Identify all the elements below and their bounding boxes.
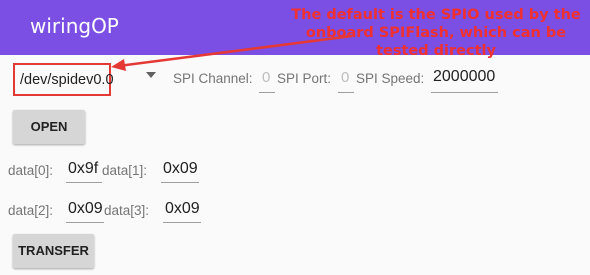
data3-underline xyxy=(163,222,201,223)
data3-input[interactable]: 0x09 xyxy=(165,200,200,218)
open-button[interactable]: OPEN xyxy=(13,110,85,144)
data0-label: data[0]: xyxy=(8,163,54,178)
device-select[interactable]: /dev/spidev0.0 xyxy=(13,63,114,96)
data2-underline xyxy=(66,222,104,223)
data1-label: data[1]: xyxy=(102,163,148,178)
spi-speed-underline xyxy=(431,92,498,93)
transfer-button[interactable]: TRANSFER xyxy=(13,234,94,268)
spi-port-underline xyxy=(338,92,354,93)
data2-label: data[2]: xyxy=(8,203,54,218)
spi-port-input[interactable]: 0 xyxy=(341,69,349,86)
device-path: /dev/spidev0.0 xyxy=(20,72,114,88)
spi-speed-label: SPI Speed: xyxy=(356,71,425,86)
spi-speed-input[interactable]: 2000000 xyxy=(433,68,495,86)
spi-channel-underline xyxy=(259,92,275,93)
spi-port-label: SPI Port: xyxy=(277,71,332,86)
spi-channel-label: SPI Channel: xyxy=(173,71,253,86)
data0-input[interactable]: 0x9f xyxy=(68,160,98,178)
data1-underline xyxy=(161,182,199,183)
spi-channel-input[interactable]: 0 xyxy=(262,69,270,86)
data2-input[interactable]: 0x09 xyxy=(68,200,103,218)
dropdown-arrow-icon[interactable] xyxy=(146,72,156,78)
data3-label: data[3]: xyxy=(104,203,150,218)
data1-input[interactable]: 0x09 xyxy=(163,160,198,178)
data0-underline xyxy=(66,182,102,183)
